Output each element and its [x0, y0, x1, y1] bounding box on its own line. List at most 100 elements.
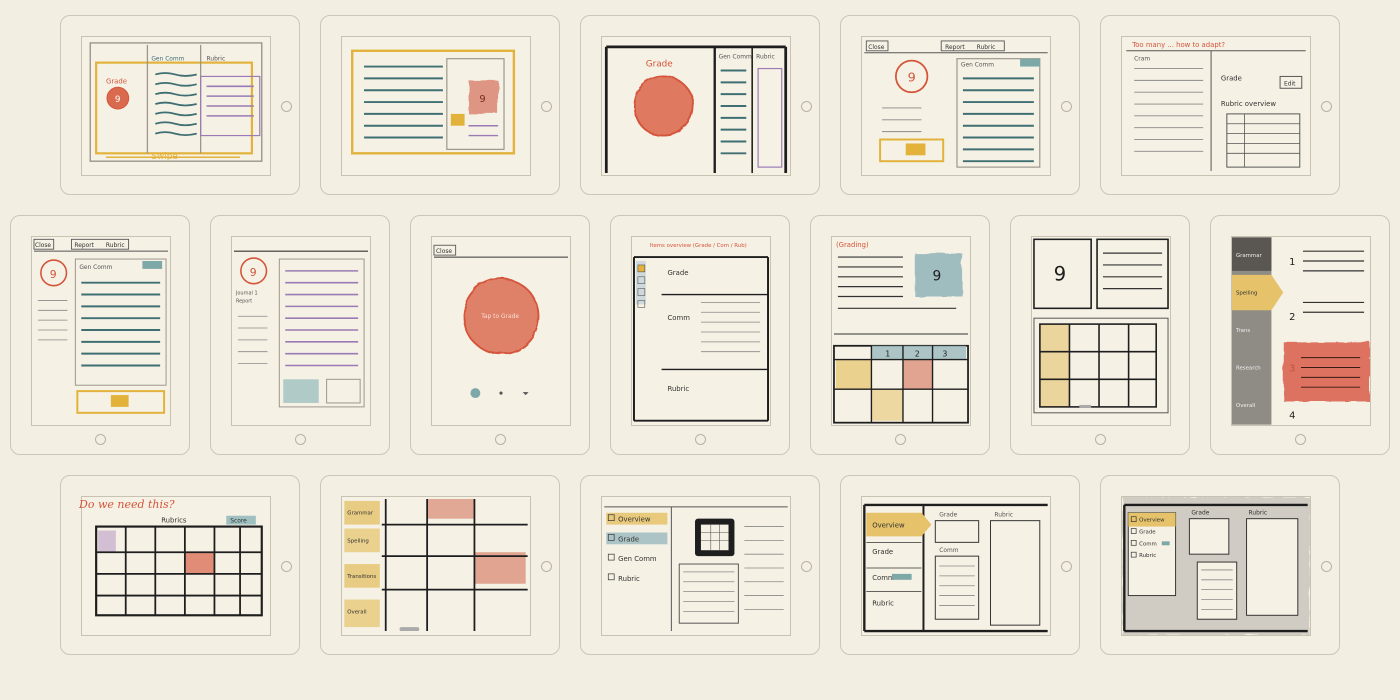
home-button-2: [541, 101, 552, 112]
home-button-3: [801, 101, 812, 112]
sketch-drawing-8: Close Tap to Grade: [433, 244, 569, 399]
num1-label: 1: [1289, 257, 1295, 268]
sketch-screen-16: Overview Grade Comm Rubric Grade Rubric …: [861, 496, 1051, 636]
sketch-drawing-6: Close Report Rubric 9 Gen Comm: [33, 238, 169, 414]
col2-label: Rubric: [1249, 511, 1268, 517]
report-label: Report: [945, 45, 965, 51]
gencomm-label: Gen Comm: [151, 57, 184, 63]
close-label: Close: [35, 243, 51, 249]
sketch-tablet-8: Close Tap to Grade: [410, 215, 590, 455]
sketch-drawing-14: Grammar Spelling Transitions Overall: [342, 497, 528, 635]
title-label: Items overview (Grade / Com / Rub): [650, 243, 747, 249]
num4-label: 4: [1289, 411, 1295, 422]
score-label: 9: [50, 268, 57, 281]
score-label: 9: [908, 70, 916, 85]
sketch-tablet-12: Grammar Spelling Trans Research Overall …: [1210, 215, 1390, 455]
gencomm-label: Gen Comm: [719, 55, 752, 61]
item3-label: Gen Comm: [618, 555, 657, 563]
sketch-screen-10: (Grading) 9 1 2 3: [831, 236, 971, 426]
gencomm-label: Gen Comm: [79, 265, 112, 271]
row1-label: Grammar: [1236, 253, 1263, 259]
close-label: Close: [436, 249, 452, 255]
bubble-label: Tap to Grade: [480, 314, 519, 320]
sketch-drawing-11: 9: [1033, 238, 1169, 414]
sketch-drawing-13: Rubrics Score: [95, 515, 263, 617]
overview-label: Rubric overview: [1221, 100, 1276, 108]
sketch-screen-4: Close Report Rubric 9 Gen Comm: [861, 36, 1051, 176]
sketch-drawing-16: Overview Grade Comm Rubric Grade Rubric …: [863, 503, 1048, 633]
home-button-7: [295, 434, 306, 445]
sketch-drawing-12: Grammar Spelling Trans Research Overall …: [1232, 237, 1370, 425]
sketch-screen-15: Overview Grade Gen Comm Rubric: [601, 496, 791, 636]
row4-label: Research: [1236, 365, 1261, 371]
rubric-label: Rubric: [872, 599, 894, 607]
col3-label: Comm: [939, 548, 958, 554]
sketch-screen-1: 9 Grade Gen Comm Rubric Swipe: [81, 36, 271, 176]
title-label: Too many ... how to adapt?: [1131, 41, 1225, 49]
sketch-drawing-4: Close Report Rubric 9 Gen Comm: [864, 40, 1048, 168]
home-button-8: [495, 434, 506, 445]
sketch-screen-11: 9: [1031, 236, 1171, 426]
sketch-tablet-10: (Grading) 9 1 2 3: [810, 215, 990, 455]
overview-label: Overview: [872, 522, 905, 530]
sketch-screen-17: Overview Grade Comm Rubric Grade Rubric: [1121, 496, 1311, 636]
item4-label: Rubric: [1139, 553, 1156, 559]
tab-label: Score: [230, 519, 247, 525]
sketch-screen-8: Close Tap to Grade: [431, 236, 571, 426]
row3-label: Trans: [1235, 328, 1250, 334]
col3-label: 3: [942, 350, 947, 359]
sketch-drawing-17: Overview Grade Comm Rubric Grade Rubric: [1122, 497, 1310, 635]
sketch-tablet-11: 9: [1010, 215, 1190, 455]
score-label: 9: [1054, 263, 1067, 286]
grade-label: Grade: [1221, 74, 1242, 82]
sketch-tablet-13: Rubrics Score Do we need this?: [60, 475, 300, 655]
home-button-14: [541, 561, 552, 572]
edit-label: Edit: [1284, 81, 1296, 87]
score-label: 9: [479, 94, 485, 105]
home-button-10: [895, 434, 906, 445]
col1-label: 1: [885, 350, 890, 359]
sketch-screen-6: Close Report Rubric 9 Gen Comm: [31, 236, 171, 426]
home-button-4: [1061, 101, 1072, 112]
sketch-drawing-5: Too many ... how to adapt? Cram Grade Ed…: [1126, 41, 1306, 172]
row2-label: Spelling: [347, 538, 369, 544]
gencomm-label: Gen Comm: [961, 63, 994, 69]
sketch-drawing-10: (Grading) 9 1 2 3: [833, 241, 969, 424]
sketch-screen-9: Items overview (Grade / Com / Rub) Grade…: [631, 236, 771, 426]
sketch-tablet-16: Overview Grade Comm Rubric Grade Rubric …: [840, 475, 1080, 655]
row2-label: Spelling: [1236, 291, 1258, 297]
item1-label: Overview: [618, 516, 651, 524]
comm-label: Comm: [872, 574, 895, 582]
sketch-tablet-14: Grammar Spelling Transitions Overall: [320, 475, 560, 655]
grade-label: Grade: [646, 60, 673, 70]
num2-label: 2: [1289, 312, 1295, 323]
row4-label: Overall: [347, 609, 366, 615]
grade-label: Grade: [667, 269, 688, 277]
rubric-label: Rubric: [667, 385, 689, 393]
home-button-16: [1061, 561, 1072, 572]
sketch-tablet-15: Overview Grade Gen Comm Rubric: [580, 475, 820, 655]
score-label: 9: [933, 269, 942, 285]
sketch-drawing-15: Overview Grade Gen Comm Rubric: [604, 506, 788, 632]
home-button-13: [281, 561, 292, 572]
comm-label: Comm: [667, 314, 690, 322]
report-label: Report: [74, 243, 94, 249]
item3-label: Comm: [1139, 541, 1157, 547]
sketch-screen-3: Grade Gen Comm Rubric: [601, 36, 791, 176]
home-button-11: [1095, 434, 1106, 445]
sketch-screen-5: Too many ... how to adapt? Cram Grade Ed…: [1121, 36, 1311, 176]
col2-label: 2: [915, 350, 920, 359]
question-note: Do we need this?: [79, 498, 175, 511]
row5-label: Overall: [1236, 403, 1255, 409]
rubric-label: Rubric: [977, 45, 996, 51]
col2-label: Rubric: [994, 513, 1013, 519]
home-button-1: [281, 101, 292, 112]
col1-label: Grade: [939, 513, 957, 519]
sketch-tablet-1: 9 Grade Gen Comm Rubric Swipe: [60, 15, 300, 195]
item4-label: Rubric: [618, 575, 640, 583]
score-label: 9: [115, 95, 121, 105]
item1-label: Overview: [1139, 518, 1165, 524]
sketch-screen-7: 9 Journal 1 Report: [231, 236, 371, 426]
item2-label: Grade: [618, 535, 639, 543]
rubric-label: Rubric: [756, 55, 775, 61]
